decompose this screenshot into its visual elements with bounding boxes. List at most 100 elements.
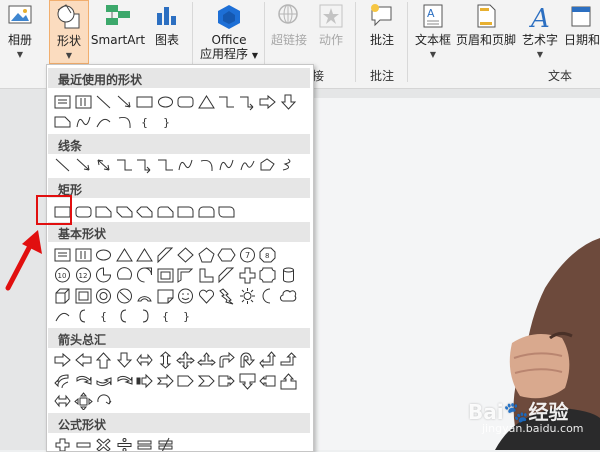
line-shape-wave-icon[interactable] <box>238 156 257 174</box>
recent-shape-tri-icon[interactable] <box>197 93 216 111</box>
basic-shape-teardrop-icon[interactable] <box>135 266 154 284</box>
rectangle-shape-s2rect-icon[interactable] <box>115 203 134 221</box>
basic-shape-bevel-icon[interactable] <box>74 287 93 305</box>
basic-shape-folded-icon[interactable] <box>156 287 175 305</box>
basic-shape-moon-icon[interactable] <box>258 287 277 305</box>
basic-shape-lbrack-icon[interactable] <box>74 307 93 325</box>
basic-shape-lbrack-icon[interactable] <box>115 307 134 325</box>
basic-shape-sun-icon[interactable] <box>238 287 257 305</box>
basic-shape-nosymbol-icon[interactable] <box>115 287 134 305</box>
arrow-shape-lrarrow-icon[interactable] <box>53 392 72 410</box>
basic-shape-can-icon[interactable] <box>279 266 298 284</box>
arrow-shape-bentup-icon[interactable] <box>279 351 298 369</box>
chart-button[interactable]: 图表 <box>148 0 186 64</box>
arrow-shape-rcallout-icon[interactable] <box>217 372 236 390</box>
arrow-shape-udarrow-icon[interactable] <box>156 351 175 369</box>
smartart-button[interactable]: SmartArt <box>90 0 146 64</box>
line-shape-arrowline-icon[interactable] <box>74 156 93 174</box>
basic-shape-rbrace-icon[interactable]: } <box>176 307 195 325</box>
basic-shape-smiley-icon[interactable] <box>176 287 195 305</box>
basic-shape-octagon-icon[interactable]: 8 <box>258 246 277 264</box>
action-button[interactable]: 动作 <box>312 0 350 64</box>
arrow-shape-curveup-icon[interactable] <box>94 372 113 390</box>
basic-shape-diamond-icon[interactable] <box>176 246 195 264</box>
recent-shape-darrow-icon[interactable] <box>279 93 298 111</box>
rectangle-shape-s2diag-icon[interactable] <box>135 203 154 221</box>
basic-shape-lbrace-icon[interactable]: { <box>94 307 113 325</box>
arrow-shape-notched-icon[interactable] <box>156 372 175 390</box>
basic-shape-lbrace-icon[interactable]: { <box>156 307 175 325</box>
basic-shape-diagstripe-icon[interactable] <box>217 266 236 284</box>
arrow-shape-circarrow-icon[interactable] <box>94 392 113 410</box>
basic-shape-arc-icon[interactable] <box>53 307 72 325</box>
recent-shape-lbrace-icon[interactable]: { <box>135 113 154 131</box>
basic-shape-tri-icon[interactable] <box>115 246 134 264</box>
arrow-shape-curvedown-icon[interactable] <box>74 372 93 390</box>
arrow-shape-curvedown-icon[interactable] <box>115 372 134 390</box>
line-shape-curve-icon[interactable] <box>217 156 236 174</box>
basic-shape-heart-icon[interactable] <box>197 287 216 305</box>
basic-shape-halfframe-icon[interactable] <box>176 266 195 284</box>
basic-shape-cube-icon[interactable] <box>53 287 72 305</box>
arrow-shape-lrudarrow-icon[interactable] <box>196 351 216 369</box>
basic-shape-chord-icon[interactable] <box>115 266 134 284</box>
arrow-shape-quadarrow-icon[interactable] <box>176 351 195 369</box>
recent-shape-arrowline-icon[interactable] <box>115 93 134 111</box>
basic-shape-cloud-icon[interactable] <box>279 287 298 305</box>
rectangle-shape-snipround-icon[interactable] <box>156 203 175 221</box>
basic-shape-hexagon-icon[interactable] <box>217 246 236 264</box>
line-shape-elbow-icon[interactable] <box>156 156 175 174</box>
recent-shape-oval-icon[interactable] <box>156 93 175 111</box>
recent-shape-snip-icon[interactable] <box>53 113 72 131</box>
arrow-shape-dcallout-icon[interactable] <box>238 372 257 390</box>
basic-shape-textbox-icon[interactable] <box>53 246 72 264</box>
shapes-button[interactable]: 形状 ▼ <box>49 0 89 64</box>
rectangle-shape-round1-icon[interactable] <box>176 203 195 221</box>
basic-shape-dec10-icon[interactable]: 10 <box>53 266 72 284</box>
recent-shape-textbox-icon[interactable] <box>53 93 72 111</box>
recent-shape-rrect-icon[interactable] <box>176 93 195 111</box>
basic-shape-lshape-icon[interactable] <box>197 266 216 284</box>
recent-shape-curve-icon[interactable] <box>74 113 93 131</box>
arrow-shape-chevron-icon[interactable] <box>197 372 216 390</box>
rectangle-shape-rrect-icon[interactable] <box>74 203 93 221</box>
line-shape-hook-icon[interactable] <box>197 156 216 174</box>
basic-shape-frame-icon[interactable] <box>156 266 175 284</box>
basic-shape-bolt-icon[interactable] <box>217 287 236 305</box>
recent-shape-rect-icon[interactable] <box>135 93 154 111</box>
hyperlink-button[interactable]: 超链接 <box>266 0 312 64</box>
arrow-shape-lrarrow-icon[interactable] <box>135 351 154 369</box>
basic-shape-donut-icon[interactable] <box>94 287 113 305</box>
rectangle-shape-round2-icon[interactable] <box>197 203 216 221</box>
line-shape-freeform-icon[interactable] <box>258 156 277 174</box>
album-button[interactable]: 相册 ▼ <box>0 0 40 64</box>
wordart-button[interactable]: A 艺术字 ▼ <box>518 0 562 64</box>
arrow-shape-pentarrow-icon[interactable] <box>176 372 195 390</box>
arrow-shape-larrow-icon[interactable] <box>74 351 93 369</box>
basic-shape-oval-icon[interactable] <box>94 246 113 264</box>
recent-shape-vtext-icon[interactable] <box>74 93 93 111</box>
recent-shape-elbow-icon[interactable] <box>217 93 236 111</box>
basic-shape-blockarc-icon[interactable] <box>135 287 154 305</box>
line-shape-line-icon[interactable] <box>53 156 72 174</box>
office-apps-button[interactable]: Office 应用程序 ▼ <box>200 0 258 64</box>
arrow-shape-bentarrow-icon[interactable] <box>217 351 236 369</box>
arrow-shape-rarrow-icon[interactable] <box>53 351 72 369</box>
recent-shape-elbowarrow-icon[interactable] <box>238 93 257 111</box>
basic-shape-rbrack-icon[interactable] <box>135 307 154 325</box>
recent-shape-hook-icon[interactable] <box>115 113 134 131</box>
arrow-shape-lupbent-icon[interactable] <box>258 351 277 369</box>
arrow-shape-stripedarrow-icon[interactable] <box>135 372 154 390</box>
header-footer-button[interactable]: 页眉和页脚 <box>456 0 516 64</box>
line-shape-dblarrow-icon[interactable] <box>94 156 113 174</box>
line-shape-elbowarrow-icon[interactable] <box>135 156 154 174</box>
basic-shape-plaque-icon[interactable] <box>258 266 277 284</box>
recent-shape-rbrace-icon[interactable]: } <box>156 113 175 131</box>
arrow-shape-uarrow-icon[interactable] <box>94 351 113 369</box>
arrow-shape-ucallout-icon[interactable] <box>279 372 298 390</box>
arrow-shape-quadcallout-icon[interactable] <box>73 392 93 410</box>
recent-shape-arc-icon[interactable] <box>94 113 113 131</box>
basic-shape-heptagon-icon[interactable]: 7 <box>238 246 257 264</box>
rectangle-shape-round2d-icon[interactable] <box>217 203 236 221</box>
basic-shape-vtext-icon[interactable] <box>74 246 93 264</box>
